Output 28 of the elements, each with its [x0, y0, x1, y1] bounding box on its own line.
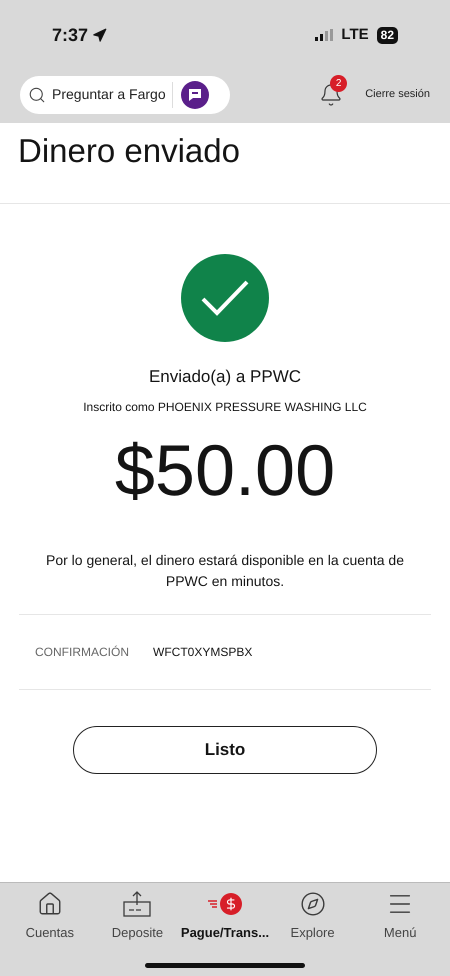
network-label: LTE [341, 24, 369, 45]
availability-note: Por lo general, el dinero estará disponible en la cuenta de PPWC en minutos. [44, 550, 406, 590]
notification-badge: 2 [330, 74, 348, 92]
nav-tab[interactable]: Deposite [94, 889, 180, 942]
nav-tab[interactable]: Explore [270, 889, 356, 942]
logout-link[interactable]: Cierre sesión [365, 86, 430, 103]
dollar-send-icon [208, 893, 242, 915]
enrolled-name-text: Inscrito como PHOENIX PRESSURE WASHING LLC [83, 398, 367, 416]
chat-logo-icon[interactable] [181, 80, 209, 108]
nav-tab[interactable]: Pague/Trans... [182, 889, 268, 942]
search-bar[interactable]: Preguntar a Fargo [20, 76, 230, 114]
amount-text: $50.00 [114, 430, 336, 512]
nav-tab[interactable]: Menú [357, 889, 444, 942]
done-button[interactable]: Listo [73, 726, 377, 774]
signal-icon [315, 29, 334, 41]
deposit-icon [122, 890, 152, 918]
nav-tab[interactable]: Cuentas [6, 889, 93, 942]
status-time: 7:37 [52, 24, 88, 46]
confirmation-label: CONFIRMACIÓN [35, 644, 129, 660]
battery-indicator: 82 [376, 26, 398, 44]
location-icon [92, 28, 108, 42]
search-field[interactable]: Preguntar a Fargo [52, 84, 172, 105]
search-icon [28, 86, 46, 104]
page-title: Dinero enviado [18, 131, 241, 171]
house-icon [36, 891, 63, 917]
confirmation-number: WFCT0XYMSPBX [153, 644, 252, 660]
compass-icon [300, 891, 326, 917]
recipient-text: Enviado(a) a PPWC [148, 366, 302, 388]
